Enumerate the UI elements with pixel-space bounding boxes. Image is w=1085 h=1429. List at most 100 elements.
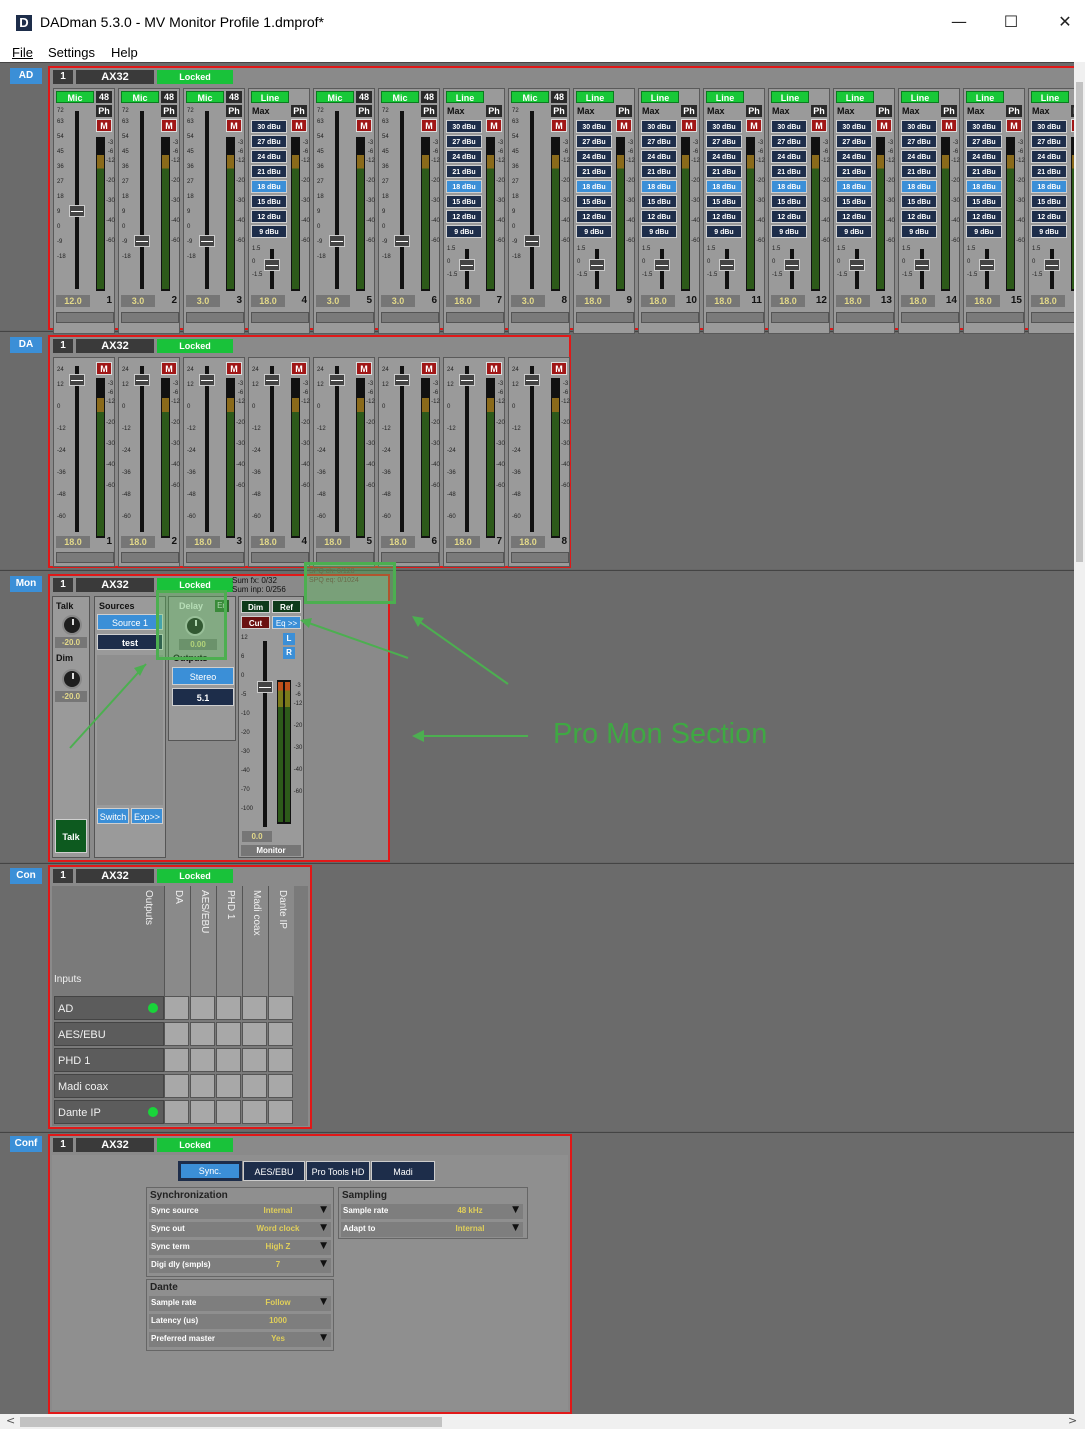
level-button[interactable]: 12 dBu	[836, 210, 872, 223]
level-button[interactable]: 12 dBu	[576, 210, 612, 223]
level-button[interactable]: 27 dBu	[1031, 135, 1067, 148]
line-input-button[interactable]: Line	[771, 91, 809, 103]
level-button[interactable]: 15 dBu	[641, 195, 677, 208]
level-button[interactable]: 18 dBu	[706, 180, 742, 193]
level-button[interactable]: 9 dBu	[641, 225, 677, 238]
phase-button[interactable]: Ph	[226, 105, 242, 117]
level-button[interactable]: 21 dBu	[706, 165, 742, 178]
channel-name-field[interactable]	[316, 312, 374, 323]
phase-button[interactable]: Ph	[486, 105, 502, 117]
talk-button[interactable]: Talk	[55, 819, 87, 853]
phase-button[interactable]: Ph	[421, 105, 437, 117]
dropdown-arrow-icon[interactable]: ▼	[320, 1241, 327, 1251]
phase-button[interactable]: Ph	[681, 105, 697, 117]
line-input-button[interactable]: Line	[641, 91, 679, 103]
config-row-value[interactable]: 1000	[243, 1316, 313, 1325]
gain-fader-knob[interactable]	[69, 205, 85, 217]
mute-button[interactable]: M	[421, 362, 437, 375]
config-row-value[interactable]: High Z	[243, 1242, 313, 1251]
level-button[interactable]: 15 dBu	[251, 195, 287, 208]
mic-input-button[interactable]: Mic	[56, 91, 94, 103]
channel-name-field[interactable]	[446, 312, 504, 323]
level-button[interactable]: 30 dBu	[576, 120, 612, 133]
level-button[interactable]: 30 dBu	[706, 120, 742, 133]
phantom-48v-button[interactable]: 48	[356, 91, 372, 103]
menu-settings[interactable]: Settings	[48, 45, 95, 60]
level-button[interactable]: 27 dBu	[576, 135, 612, 148]
level-button[interactable]: 27 dBu	[901, 135, 937, 148]
phase-button[interactable]: Ph	[876, 105, 892, 117]
matrix-crosspoint[interactable]	[268, 1022, 293, 1046]
level-button[interactable]: 18 dBu	[901, 180, 937, 193]
vertical-scroll-thumb[interactable]	[1076, 82, 1083, 562]
matrix-crosspoint[interactable]	[164, 1074, 189, 1098]
tab-pro-tools-hd[interactable]: Pro Tools HD	[306, 1161, 370, 1181]
mute-button[interactable]: M	[161, 362, 177, 375]
matrix-crosspoint[interactable]	[216, 1022, 241, 1046]
level-button[interactable]: 9 dBu	[1031, 225, 1067, 238]
config-row[interactable]: Digi dly (smpls) 7 ▼	[149, 1258, 331, 1273]
matrix-crosspoint[interactable]	[268, 996, 293, 1020]
dropdown-arrow-icon[interactable]: ▼	[320, 1205, 327, 1215]
level-button[interactable]: 15 dBu	[771, 195, 807, 208]
matrix-crosspoint[interactable]	[242, 1100, 267, 1124]
cut-button[interactable]: Cut	[241, 616, 270, 629]
level-button[interactable]: 24 dBu	[576, 150, 612, 163]
channel-name-field[interactable]	[966, 312, 1024, 323]
level-button[interactable]: 12 dBu	[251, 210, 287, 223]
gain-fader-knob[interactable]	[134, 235, 150, 247]
right-channel-button[interactable]: R	[283, 647, 295, 659]
dropdown-arrow-icon[interactable]: ▼	[320, 1333, 327, 1343]
phase-button[interactable]: Ph	[356, 105, 372, 117]
channel-name-field[interactable]	[381, 312, 439, 323]
matrix-crosspoint[interactable]	[190, 1074, 215, 1098]
matrix-crosspoint[interactable]	[164, 1100, 189, 1124]
level-button[interactable]: 15 dBu	[901, 195, 937, 208]
talk-level-knob[interactable]	[62, 615, 82, 635]
channel-name-field[interactable]	[901, 312, 959, 323]
line-input-button[interactable]: Line	[1031, 91, 1069, 103]
mute-button[interactable]: M	[486, 362, 502, 375]
level-button[interactable]: 9 dBu	[966, 225, 1002, 238]
phase-button[interactable]: Ph	[551, 105, 567, 117]
line-input-button[interactable]: Line	[966, 91, 1004, 103]
matrix-crosspoint[interactable]	[268, 1100, 293, 1124]
matrix-crosspoint[interactable]	[242, 1074, 267, 1098]
dropdown-arrow-icon[interactable]: ▼	[512, 1205, 519, 1215]
level-button[interactable]: 30 dBu	[251, 120, 287, 133]
trim-fader-knob[interactable]	[849, 259, 865, 271]
config-row[interactable]: Latency (us) 1000	[149, 1314, 331, 1329]
dropdown-arrow-icon[interactable]: ▼	[512, 1223, 519, 1233]
channel-name-field[interactable]	[836, 312, 894, 323]
level-button[interactable]: 15 dBu	[966, 195, 1002, 208]
phantom-48v-button[interactable]: 48	[226, 91, 242, 103]
level-button[interactable]: 30 dBu	[641, 120, 677, 133]
level-button[interactable]: 27 dBu	[251, 135, 287, 148]
phantom-48v-button[interactable]: 48	[421, 91, 437, 103]
phase-button[interactable]: Ph	[811, 105, 827, 117]
gain-fader-knob[interactable]	[329, 235, 345, 247]
phase-button[interactable]: Ph	[616, 105, 632, 117]
line-input-button[interactable]: Line	[901, 91, 939, 103]
phantom-48v-button[interactable]: 48	[161, 91, 177, 103]
trim-fader-knob[interactable]	[979, 259, 995, 271]
level-button[interactable]: 15 dBu	[576, 195, 612, 208]
channel-name-field[interactable]	[641, 312, 699, 323]
config-row-value[interactable]: 48 kHz	[435, 1206, 505, 1215]
section-tag-conf[interactable]: Conf	[10, 1136, 42, 1152]
level-button[interactable]: 9 dBu	[251, 225, 287, 238]
line-input-button[interactable]: Line	[836, 91, 874, 103]
matrix-crosspoint[interactable]	[216, 1048, 241, 1072]
channel-name-field[interactable]	[56, 312, 114, 323]
horizontal-scroll-thumb[interactable]	[20, 1417, 442, 1427]
level-button[interactable]: 21 dBu	[576, 165, 612, 178]
trim-fader-knob[interactable]	[1044, 259, 1060, 271]
monitor-fader-knob[interactable]	[257, 681, 273, 693]
level-button[interactable]: 21 dBu	[966, 165, 1002, 178]
mute-button[interactable]: M	[551, 362, 567, 375]
mic-input-button[interactable]: Mic	[316, 91, 354, 103]
level-button[interactable]: 12 dBu	[901, 210, 937, 223]
mute-button[interactable]: M	[681, 119, 697, 132]
line-input-button[interactable]: Line	[251, 91, 289, 103]
level-button[interactable]: 27 dBu	[641, 135, 677, 148]
